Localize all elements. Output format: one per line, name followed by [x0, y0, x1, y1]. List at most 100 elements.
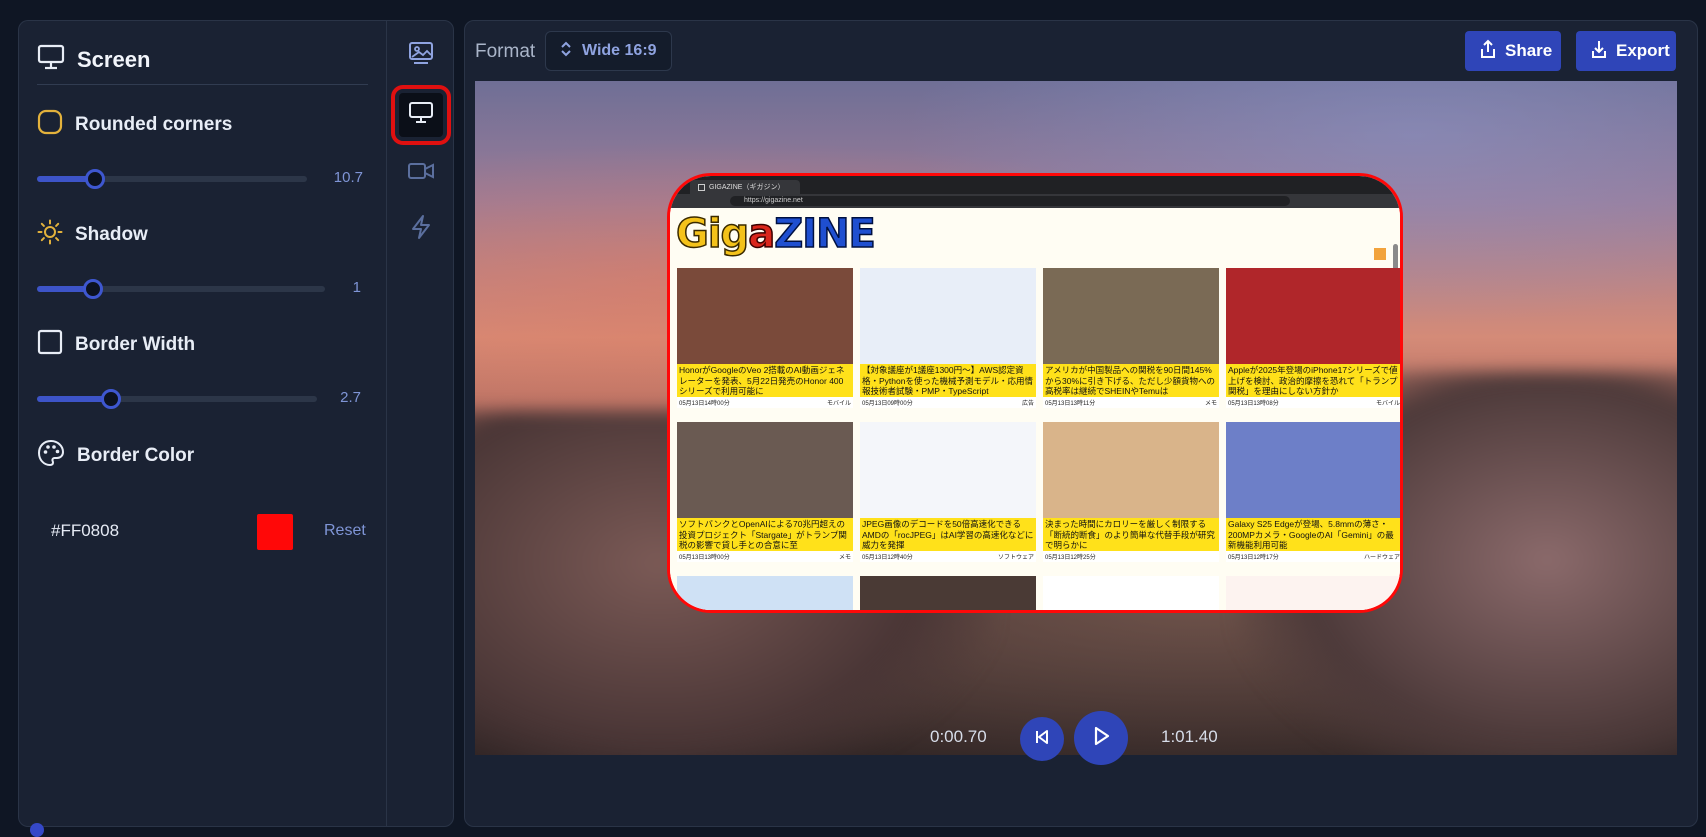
article-thumbnail — [860, 422, 1036, 518]
article-card: ソフトバンクとOpenAIによる70兆円超えの投資プロジェクト「Stargate… — [677, 422, 853, 562]
article-date: 05月13日14時00分 — [679, 401, 730, 407]
article-caption: Galaxy S25 Edgeが登場、5.8mmの薄さ・200MPカメラ・Goo… — [1226, 518, 1400, 551]
article-caption: Appleが2025年登場のiPhone17シリーズで値上げを検討、政治的摩擦を… — [1226, 364, 1400, 397]
rounded-corners-slider[interactable] — [37, 169, 307, 189]
share-label: Share — [1505, 41, 1553, 60]
tab-background[interactable] — [399, 33, 443, 77]
article-card: JPEG画像のデコードを50倍高速化できるAMDの「rocJPEG」はAI学習の… — [860, 422, 1036, 562]
article-tag: メモ — [838, 555, 851, 561]
url-text: https://gigazine.net — [730, 196, 1290, 206]
sun-icon — [37, 219, 63, 251]
article-date: 05月13日13時11分 — [1045, 401, 1096, 407]
article-tag: モバイル — [1375, 401, 1400, 407]
article-tag: ソフトウェア — [997, 555, 1034, 561]
format-label: Format — [475, 41, 536, 62]
play-button[interactable] — [1074, 711, 1128, 765]
rounded-corners-label: Rounded corners — [75, 114, 233, 135]
shadow-value: 1 — [352, 279, 361, 296]
format-select[interactable]: Wide 16:9 — [545, 31, 672, 71]
rounded-corners-slider-knob[interactable] — [85, 169, 105, 189]
border-width-slider[interactable] — [37, 389, 317, 409]
article-date: 05月13日12時17分 — [1228, 555, 1279, 561]
skip-back-icon — [1033, 728, 1051, 751]
total-time: 1:01.40 — [1161, 727, 1218, 746]
square-icon — [37, 329, 63, 361]
export-label: Export — [1616, 41, 1670, 60]
border-color-hex-input[interactable]: #FF0808 — [51, 521, 119, 541]
screen-frame[interactable]: GIGAZINE（ギガジン） https://gigazine.net Giga… — [667, 173, 1403, 613]
browser-address-bar: https://gigazine.net — [670, 194, 1400, 208]
format-value: Wide 16:9 — [582, 42, 657, 59]
monitor-icon — [408, 101, 434, 130]
article-thumbnail — [860, 268, 1036, 364]
tab-effects[interactable] — [399, 207, 443, 251]
export-button[interactable]: Export — [1576, 31, 1676, 71]
article-caption: JPEG画像のデコードを50倍高速化できるAMDの「rocJPEG」はAI学習の… — [860, 518, 1036, 551]
rounded-corners-icon — [37, 109, 63, 141]
article-date: 05月13日13時00分 — [679, 555, 730, 561]
article-card: 【対象議座が1議座1300円〜】AWS認定資格・Pythonを使った機械予測モデ… — [860, 268, 1036, 408]
article-tag: ハードウェア — [1363, 555, 1400, 561]
shadow-slider[interactable] — [37, 279, 325, 299]
article-date: 05月13日09時00分 — [862, 401, 913, 407]
website-content: GigaZINE HonorがGoogleのVeo 2搭載のAI動画ジェネレータ… — [670, 208, 1400, 610]
timeline-handle[interactable] — [30, 823, 44, 837]
article-card — [1043, 576, 1219, 610]
article-thumbnail — [1226, 268, 1400, 364]
image-icon — [408, 41, 434, 70]
shadow-label: Shadow — [75, 224, 148, 245]
border-color-row: Border Color — [37, 439, 194, 473]
lightning-icon — [409, 214, 433, 245]
article-card — [677, 576, 853, 610]
tab-screen[interactable] — [391, 85, 451, 145]
current-time: 0:00.70 — [930, 727, 987, 746]
article-caption: 【対象議座が1議座1300円〜】AWS認定資格・Pythonを使った機械予測モデ… — [860, 364, 1036, 397]
article-caption: HonorがGoogleのVeo 2搭載のAI動画ジェネレーターを発表、5月22… — [677, 364, 853, 397]
article-caption: ソフトバンクとOpenAIによる70兆円超えの投資プロジェクト「Stargate… — [677, 518, 853, 551]
article-thumbnail — [677, 268, 853, 364]
article-card: 決まった時間にカロリーを厳しく制限する「断続的断食」のより簡単な代替手段が研究で… — [1043, 422, 1219, 562]
article-tag: 広告 — [1021, 401, 1034, 407]
article-caption: アメリカが中国製品への関税を90日間145%から30%に引き下げる、ただし少額貨… — [1043, 364, 1219, 397]
video-icon — [407, 160, 435, 187]
browser-tab: GIGAZINE（ギガジン） — [690, 180, 800, 194]
playback-controls: 0:00.70 1:01.40 — [465, 705, 1697, 765]
share-icon — [1479, 39, 1497, 64]
article-card — [1226, 576, 1400, 610]
border-color-label: Border Color — [77, 445, 195, 466]
rounded-corners-value: 10.7 — [333, 169, 363, 186]
palette-icon — [37, 439, 65, 473]
preview-canvas[interactable]: GIGAZINE（ギガジン） https://gigazine.net Giga… — [475, 81, 1677, 755]
play-icon — [1090, 725, 1112, 752]
article-card: Galaxy S25 Edgeが登場、5.8mmの薄さ・200MPカメラ・Goo… — [1226, 422, 1400, 562]
article-date: 05月13日12時40分 — [862, 555, 913, 561]
article-date: 05月13日13時08分 — [1228, 401, 1279, 407]
monitor-icon — [37, 44, 65, 75]
article-card: Appleが2025年登場のiPhone17シリーズで値上げを検討、政治的摩擦を… — [1226, 268, 1400, 408]
border-width-value: 2.7 — [340, 389, 361, 406]
shadow-slider-knob[interactable] — [83, 279, 103, 299]
main-editor: Format Wide 16:9 Share Export GIGAZINE（ギ… — [464, 20, 1698, 827]
article-card: アメリカが中国製品への関税を90日間145%から30%に引き下げる、ただし少額貨… — [1043, 268, 1219, 408]
settings-panel: Screen Rounded corners 10.7 Shadow 1 Bor… — [18, 20, 386, 827]
article-card: HonorがGoogleのVeo 2搭載のAI動画ジェネレーターを発表、5月22… — [677, 268, 853, 408]
skip-back-button[interactable] — [1020, 717, 1064, 761]
tab-strip — [386, 20, 454, 827]
rounded-corners-row: Rounded corners — [37, 109, 232, 141]
article-tag: モバイル — [826, 401, 851, 407]
download-icon — [1590, 39, 1608, 64]
article-caption: 決まった時間にカロリーを厳しく制限する「断続的断食」のより簡単な代替手段が研究で… — [1043, 518, 1219, 551]
border-color-swatch[interactable] — [257, 514, 293, 550]
browser-tab-title: GIGAZINE（ギガジン） — [709, 184, 785, 191]
article-thumbnail — [677, 422, 853, 518]
favicon-icon — [698, 183, 705, 191]
border-width-row: Border Width — [37, 329, 195, 361]
shadow-row: Shadow — [37, 219, 148, 251]
reset-button[interactable]: Reset — [324, 522, 366, 540]
panel-header: Screen — [37, 35, 368, 85]
border-width-slider-knob[interactable] — [101, 389, 121, 409]
share-button[interactable]: Share — [1465, 31, 1561, 71]
tab-camera[interactable] — [399, 151, 443, 195]
rss-icon — [1374, 248, 1386, 260]
panel-title: Screen — [77, 46, 151, 72]
